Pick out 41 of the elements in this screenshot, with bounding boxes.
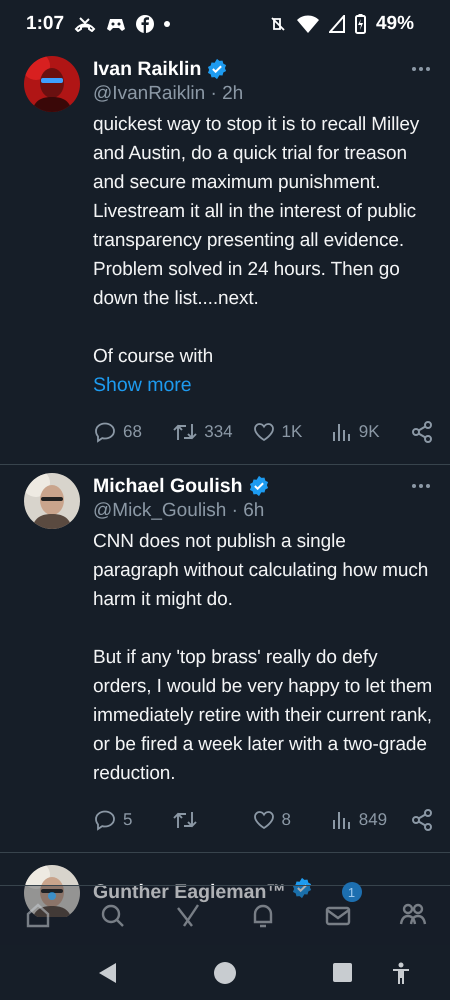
clock-time: 1:07 (26, 13, 64, 35)
battery-icon (354, 14, 366, 34)
views-button[interactable]: 849 (330, 809, 397, 831)
post-text: quickest way to stop it is to recall Milley and Austin, do a quick trial for treason and secure maximum punishment. Livestream it all in the interest of public transparency presenting all evidence. Problem solved in 24 hours. Then go down the list....next. (93, 113, 420, 311)
unread-count: 1 (342, 882, 362, 902)
author-handle: @Mick_Goulish · 6h (93, 500, 266, 522)
reply-icon (93, 808, 117, 832)
post-text: But if any 'top brass' really do defy orders, I would be very happy to let them immediately retire with their current rank, or be fired a week later with a two-grade reduction. (93, 646, 434, 786)
author-name[interactable]: Ivan Raiklin (93, 58, 202, 80)
author-name[interactable]: Michael Goulish (93, 474, 243, 498)
author-name[interactable]: Gunther Eagleman™ (93, 880, 286, 904)
share-icon (410, 420, 434, 444)
gamepad-icon (106, 16, 126, 32)
wifi-icon (296, 15, 319, 33)
repost-button[interactable]: 334 (172, 420, 238, 444)
like-button[interactable]: 8 (252, 808, 318, 832)
accessibility-icon[interactable] (392, 962, 410, 984)
missed-call-icon (74, 16, 96, 32)
post-text: CNN does not publish a single paragraph without calculating how much harm it might do. (93, 530, 430, 612)
heart-icon (252, 420, 276, 444)
home-button-icon[interactable] (214, 962, 236, 984)
reply-button[interactable]: 5 (93, 808, 159, 832)
share-button[interactable] (410, 420, 434, 444)
reply-icon (93, 420, 117, 444)
bar-chart-icon (330, 421, 353, 443)
share-icon (410, 808, 434, 832)
back-icon[interactable] (98, 962, 118, 984)
show-more-link[interactable]: Show more (93, 371, 192, 400)
author-handle: @IvanRaiklin · 2h (93, 83, 244, 105)
views-button[interactable]: 9K (330, 421, 397, 443)
social-app-icon (136, 15, 154, 33)
battery-percent: 49% (376, 13, 414, 35)
like-button[interactable]: 1K (252, 420, 318, 444)
heart-icon (252, 808, 276, 832)
reply-button[interactable]: 68 (93, 420, 159, 444)
share-button[interactable] (410, 808, 434, 832)
post-text: Of course with (93, 345, 214, 369)
mute-icon (268, 16, 287, 32)
signal-icon (328, 15, 345, 33)
notification-dot-icon (164, 21, 170, 27)
bar-chart-icon (330, 809, 353, 831)
